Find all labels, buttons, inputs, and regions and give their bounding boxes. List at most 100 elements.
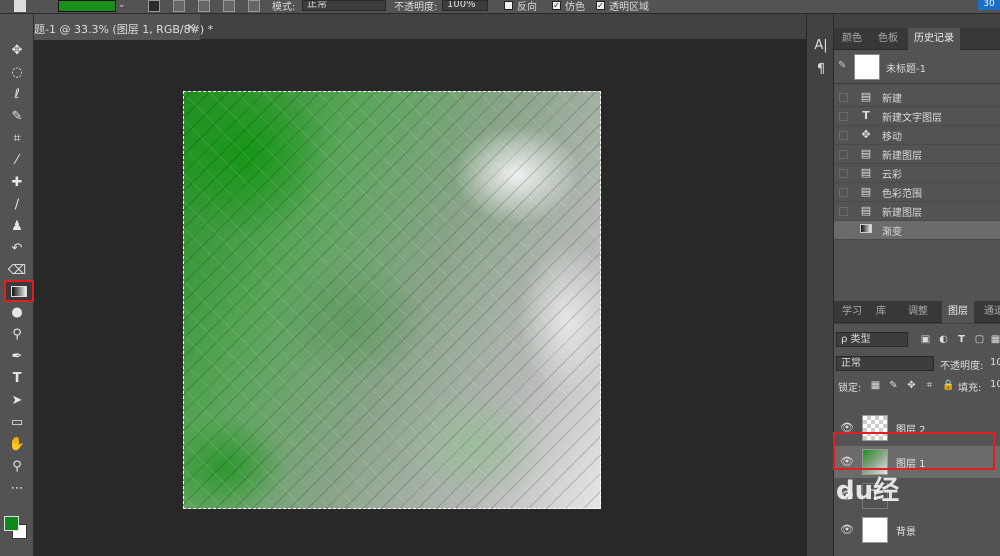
document-icon: ▤	[860, 204, 872, 217]
filter-shape-icon[interactable]: ▢	[974, 334, 985, 345]
lock-position-icon[interactable]: ✥	[906, 380, 917, 391]
snapshot-label: 未标题-1	[886, 64, 926, 75]
tab-learn[interactable]: 学习	[836, 301, 868, 323]
history-item-label: 渐变	[882, 227, 902, 238]
document-tab[interactable]: 题-1 @ 33.3% (图层 1, RGB/8#) * ×	[34, 14, 213, 40]
tab-history[interactable]: 历史记录	[908, 28, 960, 50]
quick-select-tool-icon[interactable]: ✎	[6, 108, 28, 126]
crop-tool-icon[interactable]: ⌗	[6, 130, 28, 148]
type-tool-icon[interactable]: T	[6, 370, 28, 388]
selection-marching-ants	[183, 91, 601, 509]
filter-smart-object-icon[interactable]: ▦	[990, 334, 1000, 345]
filter-type-icon[interactable]: T	[956, 334, 967, 345]
lock-artboard-icon[interactable]: ⌗	[924, 380, 935, 391]
history-checkbox	[839, 112, 848, 121]
document-canvas[interactable]	[183, 91, 601, 509]
filter-pixel-icon[interactable]: ▣	[920, 334, 931, 345]
healing-brush-tool-icon[interactable]: ✚	[6, 174, 28, 192]
transparency-checkbox[interactable]: ✓	[596, 1, 605, 10]
reflected-gradient-icon[interactable]	[223, 0, 235, 12]
history-item[interactable]: ✥ 移动	[834, 126, 1000, 145]
blur-tool-icon[interactable]: ●	[6, 304, 28, 322]
snapshot-thumbnail	[854, 54, 880, 80]
radial-gradient-icon[interactable]	[173, 0, 185, 12]
tab-libraries[interactable]: 库	[870, 301, 892, 323]
history-brush-source-icon[interactable]: ✎	[838, 60, 846, 71]
more-tools-icon[interactable]: ⋯	[6, 480, 28, 498]
tool-preset-icon[interactable]	[14, 0, 26, 12]
clone-stamp-tool-icon[interactable]: ♟	[6, 218, 28, 236]
transparency-label: 透明区域	[609, 2, 649, 13]
angle-gradient-icon[interactable]	[198, 0, 210, 12]
dither-label: 仿色	[565, 2, 585, 13]
history-item[interactable]: ▤ 色彩范围	[834, 183, 1000, 202]
selected-layer-highlight	[833, 432, 995, 470]
tools-panel: ✥ ◌ ℓ ✎ ⌗ ⁄ ✚ ∕ ♟ ↶ ⌫ ● ⚲ ✒ T ➤ ▭ ✋ ⚲ ⋯	[0, 14, 34, 556]
brush-tool-icon[interactable]: ∕	[6, 196, 28, 214]
layer-filter-select[interactable]: ρ 类型	[836, 332, 908, 347]
tab-adjustments[interactable]: 调整	[902, 301, 934, 323]
history-checkbox	[839, 226, 848, 235]
gradient-tool-icon[interactable]	[4, 280, 34, 302]
layers-panel-tabs: 学习 库 调整 图层 通道	[834, 301, 1000, 323]
hand-tool-icon[interactable]: ✋	[6, 436, 28, 454]
fill-value[interactable]: 10	[990, 379, 1000, 395]
eraser-tool-icon[interactable]: ⌫	[6, 262, 28, 280]
opacity-input[interactable]: 100%	[442, 0, 488, 11]
reverse-checkbox[interactable]	[504, 1, 513, 10]
history-item-label: 色彩范围	[882, 189, 922, 200]
lock-all-icon[interactable]: 🔒	[942, 380, 954, 391]
history-item[interactable]: ▤ 新建图层	[834, 202, 1000, 221]
history-item-label: 云彩	[882, 170, 902, 181]
paragraph-panel-icon[interactable]: ¶	[813, 62, 829, 78]
watermark-logo: du经	[836, 476, 900, 506]
text-icon: T	[862, 109, 870, 122]
filter-adjustment-icon[interactable]: ◐	[938, 334, 949, 345]
history-item[interactable]: ▤ 云彩	[834, 164, 1000, 183]
blend-mode-select[interactable]: 正常	[836, 356, 934, 371]
tab-channels[interactable]: 通道	[978, 301, 1000, 323]
history-item[interactable]: T 新建文字图层	[834, 107, 1000, 126]
history-item[interactable]: ▤ 新建	[834, 88, 1000, 107]
tab-color[interactable]: 颜色	[836, 28, 868, 50]
layer-thumbnail-background	[862, 517, 888, 543]
history-panel-tabs: 颜色 色板 历史记录	[834, 28, 1000, 50]
lock-label: 锁定:	[838, 383, 862, 394]
marquee-tool-icon[interactable]: ◌	[6, 64, 28, 82]
character-panel-icon[interactable]: A|	[813, 38, 829, 54]
move-icon: ✥	[861, 128, 871, 141]
layer-row[interactable]: 👁 背景	[834, 514, 1000, 546]
history-panel: ✎ 未标题-1 ▤ 新建 T 新建文字图层 ✥ 移动 ▤ 新建图层 ▤ 云彩 ▤ 色彩范围 …	[834, 50, 1000, 310]
history-snapshot[interactable]: ✎ 未标题-1	[834, 50, 1000, 84]
visibility-eye-icon[interactable]: 👁	[840, 523, 854, 536]
lock-transparent-icon[interactable]: ▦	[870, 380, 881, 391]
gradient-dropdown-icon[interactable]: ⌄	[118, 0, 130, 12]
workspace-badge[interactable]: 30	[978, 0, 1000, 10]
diamond-gradient-icon[interactable]	[248, 0, 260, 12]
rectangle-tool-icon[interactable]: ▭	[6, 414, 28, 432]
dither-checkbox[interactable]: ✓	[552, 1, 561, 10]
history-item[interactable]: ▤ 新建图层	[834, 145, 1000, 164]
history-checkbox	[839, 93, 848, 102]
dodge-tool-icon[interactable]: ⚲	[6, 326, 28, 344]
lasso-tool-icon[interactable]: ℓ	[6, 86, 28, 104]
eyedropper-tool-icon[interactable]: ⁄	[6, 152, 28, 170]
history-checkbox	[839, 207, 848, 216]
history-brush-tool-icon[interactable]: ↶	[6, 240, 28, 258]
tab-layers[interactable]: 图层	[942, 301, 974, 323]
pen-tool-icon[interactable]: ✒	[6, 348, 28, 366]
reverse-label: 反向	[517, 2, 537, 13]
zoom-tool-icon[interactable]: ⚲	[6, 458, 28, 476]
layer-opacity-value[interactable]: 10	[990, 357, 1000, 373]
foreground-color-swatch[interactable]	[4, 516, 19, 531]
history-item-selected[interactable]: 渐变	[834, 221, 1000, 240]
linear-gradient-icon[interactable]	[148, 0, 160, 12]
gradient-icon	[858, 222, 874, 238]
mode-select[interactable]: 正常	[302, 0, 386, 11]
move-tool-icon[interactable]: ✥	[6, 42, 28, 60]
path-select-tool-icon[interactable]: ➤	[6, 392, 28, 410]
gradient-swatch[interactable]	[58, 0, 116, 12]
lock-pixels-icon[interactable]: ✎	[888, 380, 899, 391]
tab-swatches[interactable]: 色板	[872, 28, 904, 50]
close-tab-icon[interactable]: ×	[186, 20, 196, 34]
